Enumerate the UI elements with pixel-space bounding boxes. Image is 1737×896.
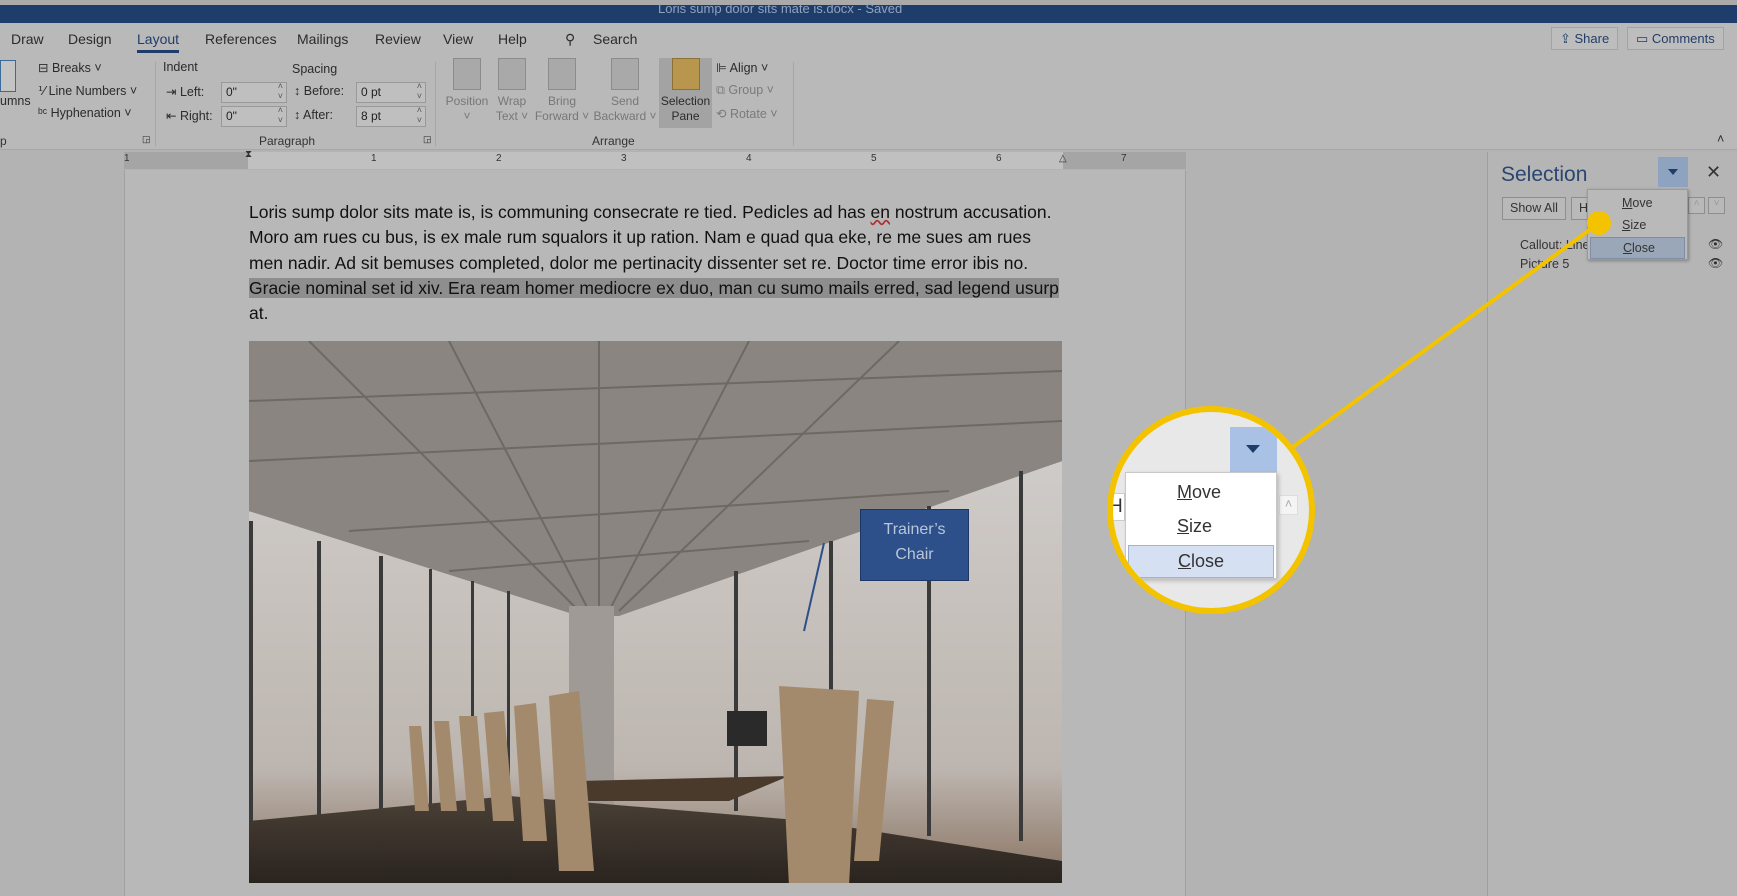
indent-marker-icon[interactable]: ⧗	[245, 149, 252, 160]
divider	[793, 62, 794, 146]
indent-left-input[interactable]: 0"	[221, 81, 287, 103]
group-icon: ⧉	[716, 83, 729, 97]
breaks-button[interactable]: ⊟ Breaks ˅	[38, 60, 102, 75]
hyphenation-button[interactable]: ᵇᶜ Hyphenation ˅	[38, 106, 132, 120]
group-button[interactable]: ⧉ Group ˅	[716, 83, 774, 98]
right-indent-marker-icon[interactable]: △	[1059, 153, 1067, 164]
divider	[155, 62, 156, 146]
list-item[interactable]: Callout: Line	[1520, 238, 1590, 252]
ribbon-tabs: Draw Design Layout References Mailings R…	[0, 23, 1737, 56]
wrap-text-button[interactable]: Wrap Text ˅	[493, 58, 531, 124]
show-all-button[interactable]: Show All	[1502, 197, 1566, 220]
paragraph-group-label: Paragraph	[259, 134, 316, 148]
page-setup-group-label: p	[0, 134, 7, 148]
search-box[interactable]: Search	[593, 31, 637, 47]
tab-design[interactable]: Design	[68, 31, 112, 47]
wrap-text-icon	[498, 58, 526, 90]
spacing-after-label: ↕ After:	[294, 108, 333, 122]
eye-icon[interactable]: 👁	[1708, 256, 1723, 270]
share-icon: ⇪	[1560, 31, 1575, 46]
tab-review[interactable]: Review	[375, 31, 421, 47]
line-numbers-icon: ⅟	[38, 84, 49, 98]
close-icon[interactable]: ✕	[1706, 162, 1721, 183]
spacing-label: Spacing	[292, 62, 338, 76]
selection-pane-icon	[671, 58, 700, 90]
pane-options-menu: Move Size Close	[1587, 189, 1688, 260]
indent-right-label: ⇤ Right:	[166, 109, 213, 123]
magnified-menu: Move Size Close	[1125, 472, 1277, 579]
spacing-after-input[interactable]: 8 pt	[356, 105, 426, 127]
divider	[435, 62, 436, 146]
selected-text: Gracie nominal set id xiv. Era ream home…	[249, 277, 1059, 298]
spacing-before-icon: ↕	[294, 84, 304, 98]
tab-view[interactable]: View	[443, 31, 473, 47]
rotate-button[interactable]: ⟲ Rotate ˅	[716, 106, 778, 121]
collapse-ribbon-icon[interactable]: ˄	[1717, 132, 1724, 146]
magnified-hide-all-button: H	[1113, 493, 1125, 521]
indent-right-icon: ⇤	[166, 109, 180, 123]
magnified-menu-item-move: Move	[1177, 482, 1222, 502]
send-backward-arrow-icon[interactable]: ˅	[1708, 197, 1725, 214]
bring-forward-button[interactable]: Bring Forward ˅	[532, 58, 592, 124]
breaks-icon: ⊟	[38, 61, 52, 75]
spacing-before-input[interactable]: 0 pt	[356, 81, 426, 103]
tab-help[interactable]: Help	[498, 31, 527, 47]
send-backward-button[interactable]: Send Backward ˅	[593, 58, 657, 124]
bring-forward-arrow-icon[interactable]: ˄	[1688, 197, 1705, 214]
spacing-after-icon: ↕	[294, 108, 304, 122]
page-setup-launcher-icon[interactable]: ◲	[142, 134, 151, 145]
document-paragraph[interactable]: Loris sump dolor sits mate is, is commun…	[249, 200, 1069, 326]
share-button[interactable]: ⇪ Share	[1551, 27, 1619, 50]
comments-button[interactable]: ▭ Comments	[1627, 27, 1724, 50]
line-numbers-button[interactable]: ⅟ Line Numbers ˅	[38, 83, 137, 98]
spacing-before-label: ↕ Before:	[294, 84, 345, 98]
rotate-icon: ⟲	[716, 107, 730, 121]
position-button[interactable]: Position ˅	[442, 58, 492, 124]
tab-layout[interactable]: Layout	[137, 31, 180, 53]
position-icon	[453, 58, 481, 90]
comment-icon: ▭	[1636, 31, 1652, 46]
paragraph-launcher-icon[interactable]: ◲	[423, 134, 432, 145]
window-title: Loris sump dolor sits mate is.docx - Sav…	[658, 1, 903, 16]
search-icon[interactable]: ⚲	[565, 31, 575, 48]
trainers-chair-callout[interactable]: Trainer’s Chair	[860, 509, 969, 581]
bring-forward-icon	[548, 58, 576, 90]
menu-item-close[interactable]: Close	[1590, 237, 1685, 259]
align-icon: ⊫	[716, 61, 730, 75]
columns-button[interactable]: umns	[0, 94, 31, 108]
menu-item-move[interactable]: Move	[1590, 193, 1685, 215]
magnified-menu-item-close: Close	[1128, 545, 1274, 578]
ribbon: umns ⊟ Breaks ˅ ⅟ Line Numbers ˅ ᵇᶜ Hyph…	[0, 56, 1737, 150]
horizontal-ruler[interactable]: 1 1 2 3 4 5 6 7 ⧗ △	[124, 149, 1186, 169]
magnified-up-arrow-icon: ˄	[1279, 495, 1298, 515]
conference-room-picture[interactable]	[249, 341, 1062, 883]
title-bar: Loris sump dolor sits mate is.docx - Sav…	[0, 0, 1737, 23]
align-button[interactable]: ⊫ Align ˅	[716, 60, 768, 75]
indent-left-label: ⇥ Left:	[166, 85, 205, 99]
selection-pane-button[interactable]: Selection Pane	[659, 58, 712, 128]
menu-item-size[interactable]: Size	[1590, 215, 1685, 237]
indent-label: Indent	[163, 60, 198, 74]
magnified-dropdown-button	[1230, 427, 1277, 472]
tab-mailings[interactable]: Mailings	[297, 31, 348, 47]
columns-icon[interactable]	[0, 60, 16, 92]
eye-icon[interactable]: 👁	[1708, 237, 1723, 251]
tab-references[interactable]: References	[205, 31, 277, 47]
list-item[interactable]: Picture 5	[1520, 257, 1569, 271]
hyphenation-icon: ᵇᶜ	[38, 106, 51, 120]
magnified-menu-callout: H ˄ Move Size Close	[1107, 406, 1315, 614]
pane-options-dropdown-button[interactable]	[1658, 157, 1688, 187]
indent-left-icon: ⇥	[166, 85, 180, 99]
indent-right-input[interactable]: 0"	[221, 105, 287, 127]
arrange-group-label: Arrange	[592, 134, 635, 148]
send-backward-icon	[611, 58, 639, 90]
tab-draw[interactable]: Draw	[11, 31, 44, 47]
magnified-menu-item-size: Size	[1177, 516, 1213, 536]
selection-pane-title: Selection	[1501, 163, 1588, 186]
misspelled-word: en	[870, 202, 890, 222]
